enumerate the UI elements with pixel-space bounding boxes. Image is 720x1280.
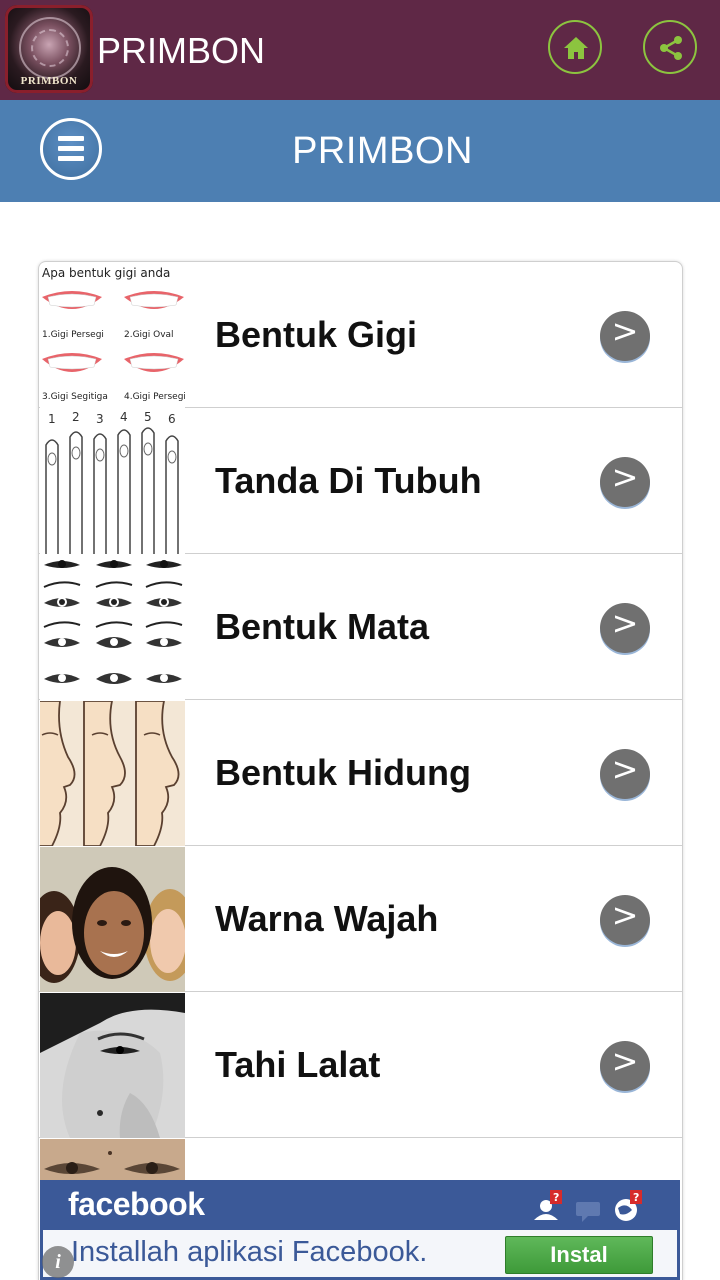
chevron-glyph: > bbox=[611, 604, 639, 642]
globe-notifications-icon: ? bbox=[615, 1190, 642, 1221]
list-item-warna-wajah[interactable]: Warna Wajah > bbox=[39, 846, 682, 992]
list-item-label: Warna Wajah bbox=[215, 898, 439, 939]
list-item-label: Tanda Di Tubuh bbox=[215, 460, 482, 501]
svg-text:1.Gigi Persegi: 1.Gigi Persegi bbox=[42, 330, 104, 340]
facebook-logo: facebook bbox=[68, 1186, 205, 1222]
svg-text:4: 4 bbox=[120, 410, 128, 424]
list-item-bentuk-hidung[interactable]: Bentuk Hidung > bbox=[39, 700, 682, 846]
app-bar: PRIMBON PRIMBON bbox=[0, 0, 720, 100]
chevron-right-icon[interactable]: > bbox=[600, 1041, 650, 1091]
app-screen: PRIMBON PRIMBON PRIMBON Apa bentuk gigi … bbox=[0, 0, 720, 1280]
eyes-thumbnail bbox=[40, 555, 185, 700]
svg-text:6: 6 bbox=[168, 412, 176, 426]
primbon-list: Apa bentuk gigi anda 1.Gigi Persegi 2.Gi… bbox=[38, 261, 683, 1280]
list-item-label: Bentuk Gigi bbox=[215, 314, 418, 355]
logo-caption: PRIMBON bbox=[20, 75, 78, 87]
svg-text:1: 1 bbox=[48, 412, 56, 426]
svg-text:3: 3 bbox=[96, 412, 104, 426]
mole-thumbnail bbox=[40, 993, 185, 1138]
list-item-label: Bentuk Hidung bbox=[215, 752, 471, 793]
ad-info-icon[interactable]: i bbox=[42, 1246, 74, 1278]
list-item-tahi-lalat[interactable]: Tahi Lalat > bbox=[39, 992, 682, 1138]
ad-text: Installah aplikasi Facebook. bbox=[71, 1236, 428, 1268]
list-item-label: Bentuk Mata bbox=[215, 606, 430, 647]
fingers-thumbnail: 1 2 3 4 5 6 bbox=[40, 409, 185, 554]
chevron-glyph: > bbox=[611, 312, 639, 350]
svg-text:2: 2 bbox=[72, 410, 80, 424]
list-item-bentuk-gigi[interactable]: Apa bentuk gigi anda 1.Gigi Persegi 2.Gi… bbox=[39, 262, 682, 408]
app-title: PRIMBON bbox=[97, 30, 266, 71]
home-icon bbox=[564, 37, 588, 59]
home-button[interactable] bbox=[548, 20, 602, 74]
chevron-right-icon[interactable]: > bbox=[600, 895, 650, 945]
chevron-right-icon[interactable]: > bbox=[600, 457, 650, 507]
chevron-glyph: > bbox=[611, 1042, 639, 1080]
messages-icon bbox=[576, 1202, 600, 1222]
ad-text-strip: Installah aplikasi Facebook. Instal bbox=[43, 1230, 677, 1277]
list-item-label: Tahi Lalat bbox=[215, 1044, 381, 1085]
page-header: PRIMBON bbox=[0, 100, 720, 202]
facebook-notification-icons: ? ? bbox=[534, 1190, 642, 1222]
noses-thumbnail bbox=[40, 701, 185, 846]
faces-thumbnail bbox=[40, 847, 185, 992]
svg-text:3.Gigi Segitiga: 3.Gigi Segitiga bbox=[42, 392, 108, 402]
svg-text:4.Gigi Persegi P: 4.Gigi Persegi P bbox=[124, 392, 185, 402]
share-button[interactable] bbox=[643, 20, 697, 74]
friend-requests-icon: ? bbox=[534, 1190, 562, 1220]
svg-text:2.Gigi Oval: 2.Gigi Oval bbox=[124, 330, 174, 340]
svg-text:?: ? bbox=[633, 1191, 639, 1204]
ad-banner[interactable]: facebook ? ? Installah aplikasi Facebook… bbox=[40, 1180, 680, 1280]
app-logo: PRIMBON bbox=[5, 5, 93, 93]
list-item-bentuk-mata[interactable]: Bentuk Mata > bbox=[39, 554, 682, 700]
share-icon bbox=[660, 36, 682, 60]
chevron-right-icon[interactable]: > bbox=[600, 749, 650, 799]
chevron-glyph: > bbox=[611, 896, 639, 934]
teeth-thumbnail: Apa bentuk gigi anda 1.Gigi Persegi 2.Gi… bbox=[40, 263, 185, 408]
thumb-caption: Apa bentuk gigi anda bbox=[42, 266, 170, 280]
svg-text:?: ? bbox=[553, 1191, 559, 1204]
logo-inner-ring bbox=[31, 29, 69, 67]
install-button[interactable]: Instal bbox=[505, 1236, 653, 1274]
page-title: PRIMBON bbox=[292, 130, 473, 172]
list-item-tanda-di-tubuh[interactable]: 1 2 3 4 5 6 Tanda Di Tubuh > bbox=[39, 408, 682, 554]
svg-text:5: 5 bbox=[144, 410, 152, 424]
chevron-right-icon[interactable]: > bbox=[600, 603, 650, 653]
chevron-right-icon[interactable]: > bbox=[600, 311, 650, 361]
chevron-glyph: > bbox=[611, 750, 639, 788]
chevron-glyph: > bbox=[611, 458, 639, 496]
